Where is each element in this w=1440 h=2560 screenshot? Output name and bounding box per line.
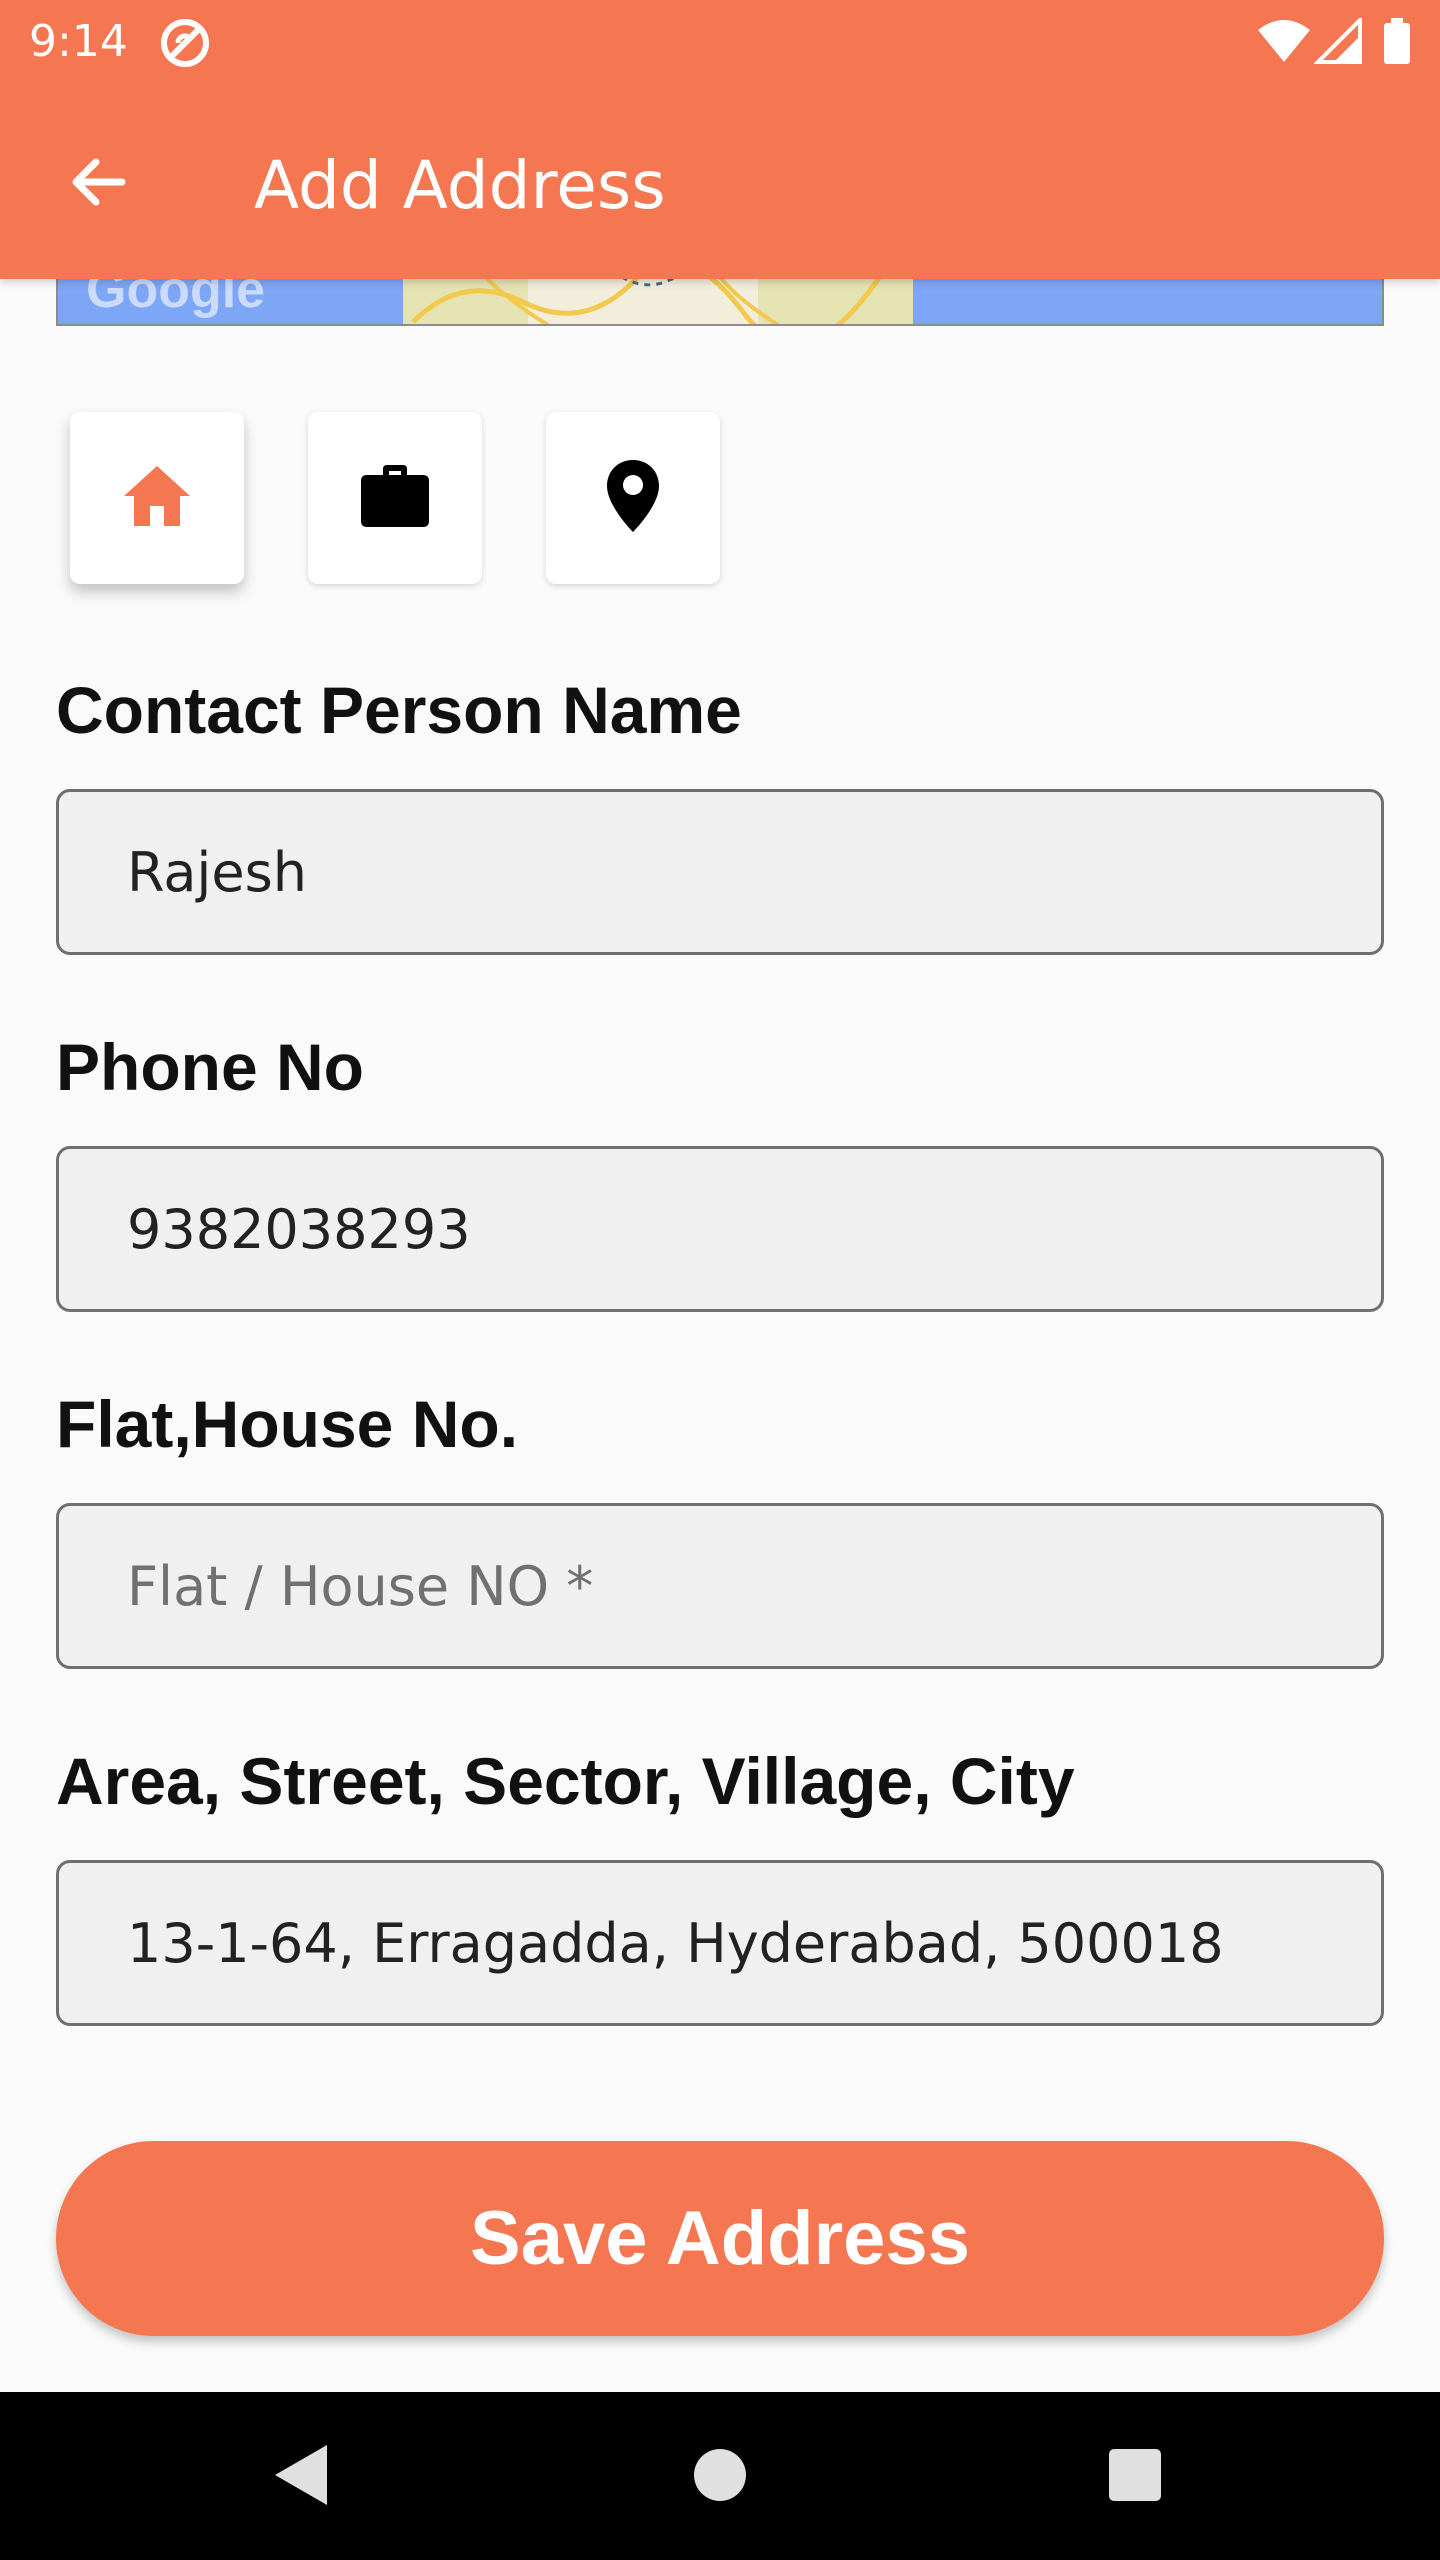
phone-input[interactable] [59, 1149, 1381, 1309]
nav-home-button[interactable] [675, 2432, 765, 2522]
address-type-work-button[interactable] [308, 412, 482, 584]
contact-name-label: Contact Person Name [56, 673, 742, 747]
status-time: 9:14 [29, 16, 128, 67]
briefcase-icon [359, 464, 431, 532]
contact-name-input[interactable] [59, 792, 1381, 952]
nav-recents-icon [1108, 2448, 1162, 2507]
signal-icon [1313, 15, 1362, 69]
address-type-other-button[interactable] [546, 412, 720, 584]
location-pin-icon [606, 459, 660, 537]
nav-back-icon [271, 2443, 331, 2512]
page-title: Add Address [254, 147, 666, 224]
save-address-button[interactable]: Save Address [56, 2141, 1384, 2336]
back-button[interactable] [58, 144, 138, 224]
address-type-home-button[interactable] [70, 412, 244, 584]
nav-recents-button[interactable] [1090, 2432, 1180, 2522]
nav-home-icon [692, 2447, 748, 2508]
area-input[interactable] [59, 1863, 1381, 2023]
area-label: Area, Street, Sector, Village, City [56, 1744, 1075, 1818]
flat-input[interactable] [59, 1506, 1381, 1666]
phone-field[interactable] [56, 1146, 1384, 1312]
wifi-icon [1256, 18, 1312, 69]
contact-name-field[interactable] [56, 789, 1384, 955]
arrow-back-icon [66, 150, 130, 219]
app-bar: 9:14 Add Address [0, 0, 1440, 279]
sync-icon [158, 16, 212, 75]
phone-label: Phone No [56, 1030, 364, 1104]
battery-icon [1384, 18, 1410, 69]
flat-label: Flat,House No. [56, 1387, 519, 1461]
home-icon [122, 464, 192, 533]
status-bar: 9:14 [0, 0, 1440, 84]
system-nav-bar [0, 2392, 1440, 2560]
area-field[interactable] [56, 1860, 1384, 2026]
nav-back-button[interactable] [256, 2432, 346, 2522]
flat-field[interactable] [56, 1503, 1384, 1669]
